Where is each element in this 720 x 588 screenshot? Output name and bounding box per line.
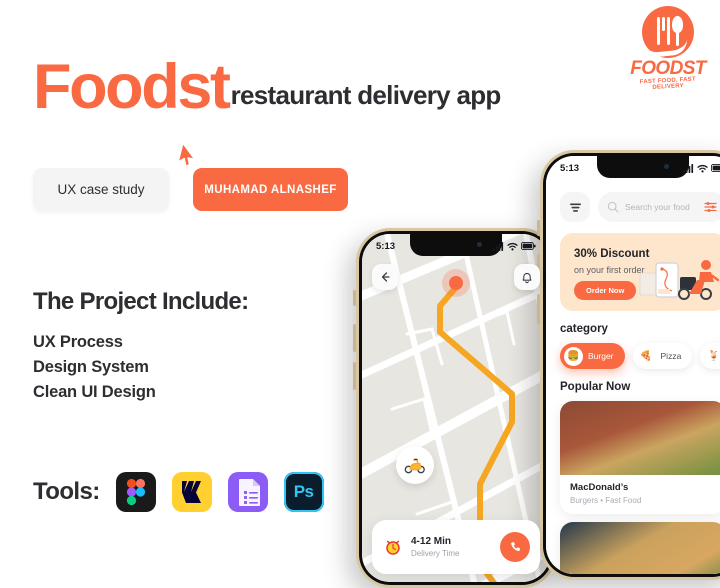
list-item: UX Process [33,333,123,351]
delivery-time-label: Delivery Time [411,549,460,558]
list-item: Design System [33,358,149,376]
destination-pin-icon [442,269,470,297]
project-include-title: The Project Include: [33,288,249,315]
search-placeholder: Search your food [625,202,690,212]
phone-call-icon [510,541,520,551]
notifications-button[interactable] [514,264,540,290]
wifi-icon [697,164,708,172]
brand-name: Foodst [33,52,231,122]
logo-wordmark: FOODST [630,58,706,79]
foodst-logo: FOODST FAST FOOD, FAST DELIVERY [624,6,712,92]
status-bar-home: 5:13 [546,156,720,180]
home-screen: Search your food 30% Discount on your fi… [546,156,720,574]
delivery-time-value: 4-12 Min [411,536,452,547]
tools-row: Tools: Ps [33,472,324,512]
category-title: category [560,323,608,335]
sliders-icon[interactable] [704,201,717,213]
list-item: Clean UI Design [33,383,156,401]
search-icon [607,201,619,213]
filter-button[interactable] [560,192,590,222]
badge-row: UX case study MUHAMAD ALNASHEF [33,168,348,211]
call-courier-button[interactable] [500,532,530,562]
list-item[interactable] [560,522,720,574]
miro-icon[interactable] [171,472,212,512]
promo-banner[interactable]: 30% Discount on your first order Order N… [560,233,720,311]
juice-icon: 🍹 [704,346,720,366]
delivery-time-card[interactable]: 4-12 Min Delivery Time [372,520,540,574]
google-docs-icon[interactable] [227,472,268,512]
popular-now-title: Popular Now [560,381,631,393]
chip-label: Pizza [660,351,682,361]
pizza-icon: 🍕 [636,346,656,366]
page-title: Foodst restaurant delivery app [33,52,502,122]
slide-canvas: FOODST FAST FOOD, FAST DELIVERY Foodst r… [0,0,720,588]
category-chip-row: 🍔 Burger 🍕 Pizza 🍹 Juice [546,335,720,369]
battery-icon [711,164,720,172]
figma-icon[interactable] [115,472,156,512]
arrow-left-icon [381,272,390,282]
logo-mark-icon [642,6,694,59]
tools-label: Tools: [33,478,100,505]
delivery-illustration [639,260,720,300]
filter-icon [569,203,581,212]
project-include-list: UX Process Design System Clean UI Design [33,330,156,405]
restaurant-tags: Burgers • Fast Food [570,496,642,505]
battery-icon [521,242,536,250]
scooter-icon[interactable] [396,446,434,484]
signal-icon [683,163,694,173]
photoshop-icon[interactable]: Ps [283,472,324,512]
brand-tagline: restaurant delivery app [230,79,502,110]
restaurant-name: MacDonald’s [570,482,629,493]
promo-subtitle: on your first order [574,265,645,275]
restaurant-photo [560,401,720,475]
ux-case-study-badge[interactable]: UX case study [33,168,169,211]
restaurant-photo [560,522,720,574]
cursor-pointer-icon [178,144,196,167]
category-chip-burger[interactable]: 🍔 Burger [560,343,625,369]
photoshop-glyph: Ps [293,482,314,501]
bell-icon [522,272,532,283]
chip-label: Burger [588,351,614,361]
search-row: Search your food [546,186,720,222]
burger-icon: 🍔 [564,346,583,366]
status-clock: 5:13 [376,240,396,252]
category-chip-juice[interactable]: 🍹 Juice [700,343,720,369]
status-clock: 5:13 [560,162,580,174]
list-item[interactable]: MacDonald’s Burgers • Fast Food [560,401,720,514]
search-input[interactable]: Search your food [598,192,720,222]
phone-mockup-home: Search your food 30% Discount on your fi… [537,150,720,580]
status-bar-map: 5:13 [362,234,550,258]
category-chip-pizza[interactable]: 🍕 Pizza [632,343,693,369]
back-button[interactable] [372,264,398,290]
phone-mockup-map: 5:13 4-12 Min Delivery Time [353,228,556,588]
signal-icon [493,241,504,251]
alarm-clock-icon [386,540,400,555]
author-badge[interactable]: MUHAMAD ALNASHEF [193,168,348,211]
order-now-button[interactable]: Order Now [574,281,637,300]
wifi-icon [507,242,518,250]
